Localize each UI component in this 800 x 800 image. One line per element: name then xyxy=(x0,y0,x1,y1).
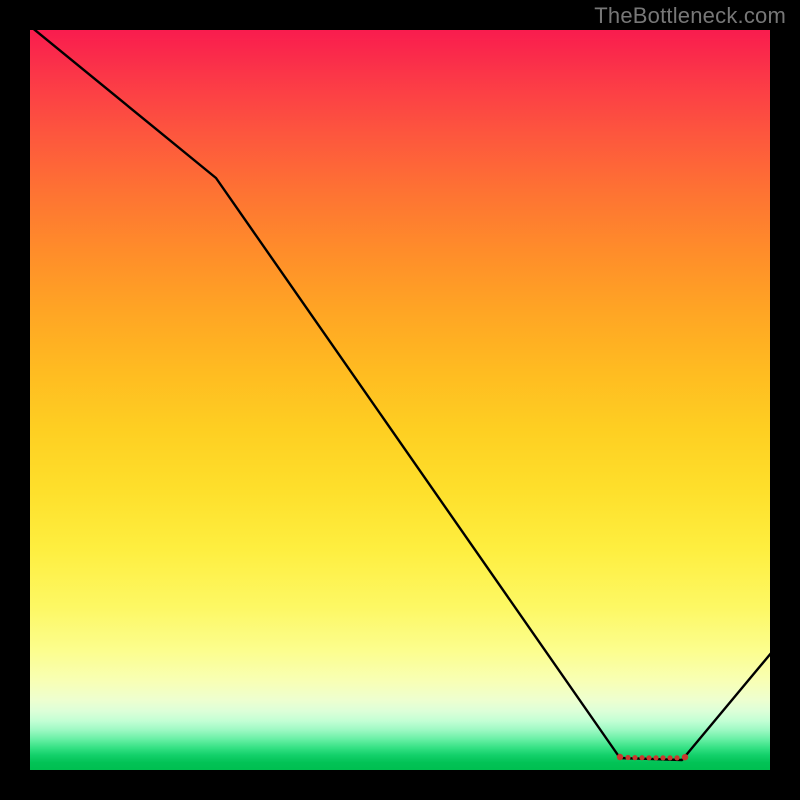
bottleneck-curve-line xyxy=(30,30,770,760)
plot-area xyxy=(30,30,770,770)
chart-stage: TheBottleneck.com xyxy=(0,0,800,800)
watermark-text: TheBottleneck.com xyxy=(594,3,786,29)
chart-overlay xyxy=(30,30,770,770)
